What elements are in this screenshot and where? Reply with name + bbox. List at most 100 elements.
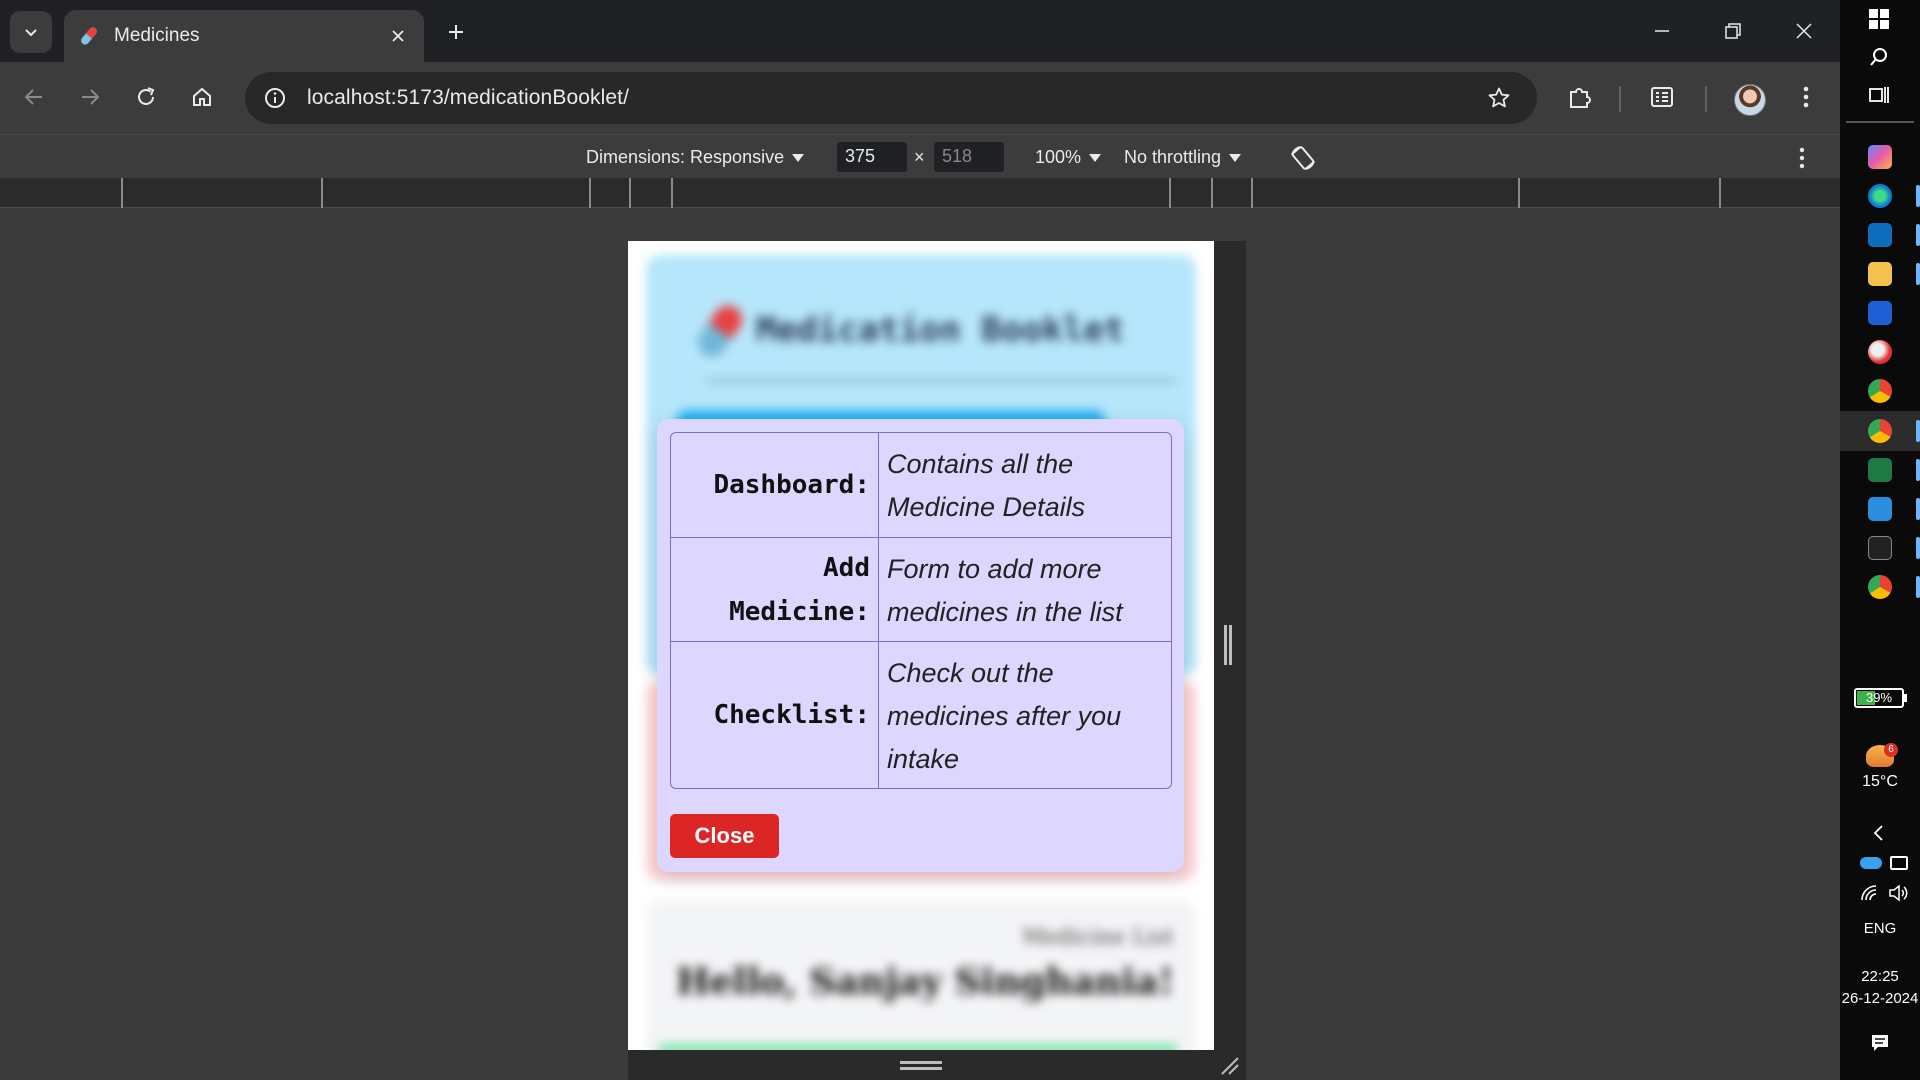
windows-taskbar: 39% 6 15°C ENG 22:25 26-12-2024 [1840,0,1920,1080]
file-explorer-icon[interactable] [1868,262,1892,286]
ruler-mark[interactable] [1251,178,1253,208]
zoom-dropdown[interactable]: 100% [1035,147,1102,168]
tab-medicines[interactable]: Medicines [64,10,424,62]
table-row: Dashboard: Contains all the Medicine Det… [671,433,1171,537]
address-bar[interactable]: localhost:5173/medicationBooklet/ [245,72,1537,124]
throttling-label: No throttling [1124,147,1222,167]
close-icon [392,30,404,42]
clock-date[interactable]: 26-12-2024 [1840,990,1920,1007]
pill-logo-icon [692,300,748,362]
row-key: Dashboard: [671,433,879,537]
zoom-label: 100% [1035,147,1082,167]
close-button[interactable]: Close [670,814,779,858]
caret-down-icon [792,153,805,162]
extensions-button[interactable] [1560,77,1600,117]
home-icon [193,87,211,106]
minimize-button[interactable] [1642,14,1682,48]
onedrive-icon[interactable] [1860,857,1882,869]
chevron-down-icon [25,29,37,37]
app-l-icon[interactable] [1868,301,1892,325]
rotate-icon[interactable] [1288,143,1318,173]
profile-avatar[interactable] [1734,84,1766,116]
chrome-icon[interactable] [1868,575,1892,599]
throttling-dropdown[interactable]: No throttling [1124,147,1242,168]
reading-list-button[interactable] [1642,77,1682,117]
clock-time[interactable]: 22:25 [1840,968,1920,985]
ruler-mark[interactable] [321,178,323,208]
chrome-menu-button[interactable] [1786,77,1826,117]
search-icon[interactable] [1868,46,1890,68]
app-cloud-icon[interactable] [1868,340,1892,364]
weather-badge: 6 [1884,743,1898,757]
row-value: Contains all the Medicine Details [887,449,1086,522]
dimensions-separator: × [914,147,925,167]
url-host: localhost [307,86,391,109]
edge-icon[interactable] [1868,184,1892,208]
copilot-icon[interactable] [1868,145,1892,169]
chrome-icon[interactable] [1868,379,1892,403]
ruler-mark[interactable] [121,178,123,208]
running-indicator [1916,537,1920,559]
ruler-mark[interactable] [1719,178,1721,208]
forward-button[interactable] [70,77,110,117]
row-key: Add Medicine: [671,538,879,641]
new-tab-button[interactable] [440,16,472,48]
height-input[interactable]: 518 [934,142,1004,172]
language-indicator[interactable]: ENG [1840,920,1920,937]
bookmark-button[interactable] [1483,82,1515,114]
terminal-icon[interactable] [1868,536,1892,560]
resize-handle-icon[interactable] [900,1061,942,1070]
battery-indicator[interactable]: 39% [1854,688,1904,708]
restore-button[interactable] [1713,14,1753,48]
reload-button[interactable] [126,77,166,117]
site-info-button[interactable] [259,82,291,114]
outlook-icon[interactable] [1868,223,1892,247]
width-input[interactable]: 375 [837,142,907,172]
ruler-mark[interactable] [589,178,591,208]
chrome-profile-icon[interactable] [1868,419,1892,443]
info-icon [265,88,285,108]
url-text: localhost:5173/medicationBooklet/ [307,86,629,110]
resize-handle-icon[interactable] [1224,625,1232,665]
volume-icon[interactable] [1888,884,1908,902]
tab-strip: Medicines [0,0,1840,62]
url-path: :5173/medicationBooklet/ [390,86,630,109]
tab-search-button[interactable] [10,11,52,53]
pill-icon [81,27,97,45]
device-status-icon[interactable] [1890,856,1908,870]
taskbar-divider [1846,121,1914,123]
medicine-list-label: Medicine List [1022,925,1174,950]
plus-icon [449,25,463,39]
help-modal: Dashboard: Contains all the Medicine Det… [657,419,1184,872]
dimensions-dropdown[interactable]: Dimensions: Responsive [586,147,805,168]
task-view-icon[interactable] [1868,84,1890,106]
ruler-mark[interactable] [629,178,631,208]
header-divider [706,379,1176,383]
row-value: Form to add more medicines in the list [887,554,1123,627]
ruler-mark[interactable] [1211,178,1213,208]
excel-icon[interactable] [1868,458,1892,482]
reload-icon [138,87,155,105]
wifi-icon[interactable] [1860,884,1880,902]
close-icon [1796,23,1812,39]
chevron-left-icon[interactable] [1872,824,1886,842]
battery-label: 39% [1865,690,1893,705]
ruler-mark[interactable] [1169,178,1171,208]
running-indicator [1916,459,1920,481]
ruler-mark[interactable] [1518,178,1520,208]
ruler-mark[interactable] [671,178,673,208]
vscode-icon[interactable] [1868,497,1892,521]
notification-icon[interactable] [1870,1033,1890,1053]
tab-close-button[interactable] [386,24,410,48]
home-button[interactable] [182,77,222,117]
close-window-button[interactable] [1784,14,1824,48]
resize-corner-icon[interactable] [1218,1054,1240,1076]
back-button[interactable] [14,77,54,117]
more-vertical-icon[interactable] [1792,145,1812,171]
running-indicator [1916,263,1920,285]
caret-down-icon [1089,153,1102,162]
running-indicator [1916,420,1920,442]
reading-list-icon [1651,87,1673,107]
running-indicator [1916,576,1920,598]
windows-start-icon[interactable] [1868,8,1890,30]
